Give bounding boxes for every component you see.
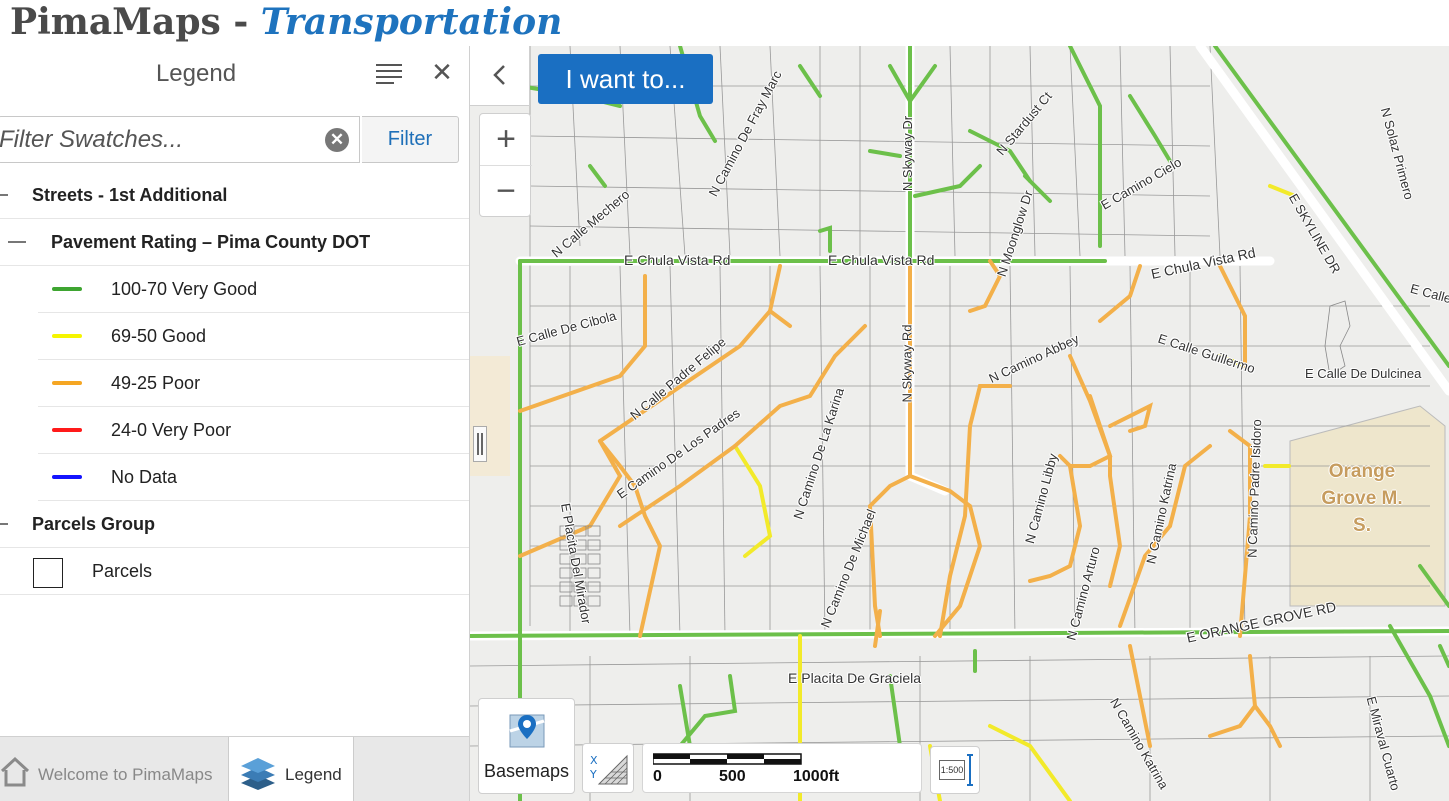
legend-group-label: Parcels Group	[32, 514, 156, 534]
legend-group-label: Streets - 1st Additional	[32, 185, 228, 205]
tab-legend[interactable]: Legend	[228, 737, 354, 801]
scale-label: 1000ft	[793, 768, 840, 785]
school-label: Orange Grove M. S.	[1321, 461, 1403, 536]
legend-item-label: 100-70 Very Good	[111, 279, 258, 299]
swatch-very-good	[52, 287, 82, 291]
street-label: E Calle De Dulcinea	[1305, 366, 1422, 381]
scale-bar-graphic	[653, 753, 802, 765]
scale-bar: 0 500 1000ft	[642, 743, 922, 793]
scale-label: 0	[653, 768, 662, 785]
street-label: N Skyway Dr	[900, 115, 916, 192]
collapse-panel-button[interactable]	[470, 46, 530, 106]
panel-close-icon[interactable]: ✕	[428, 58, 456, 86]
swatch-poor	[52, 381, 82, 385]
legend-item-label: 24-0 Very Poor	[111, 420, 232, 440]
filter-field: ✕	[0, 116, 360, 163]
legend-item: 100-70 Very Good	[38, 266, 469, 313]
legend-item: 49-25 Poor	[38, 360, 469, 407]
street-label: E Placita De Graciela	[788, 670, 922, 686]
legend-item: 69-50 Good	[38, 313, 469, 360]
scale-input-button[interactable]: 1:500	[930, 746, 980, 794]
collapse-icon	[0, 194, 8, 196]
filter-swatches-input[interactable]	[0, 117, 319, 162]
collapse-icon	[8, 241, 26, 243]
zoom-in-button[interactable]: +	[480, 114, 532, 166]
app-title-main: PimaMaps	[10, 1, 221, 43]
home-icon	[0, 756, 30, 787]
legend-layer-label: Parcels	[92, 561, 153, 581]
legend-list: Streets - 1st Additional Pavement Rating…	[0, 172, 469, 595]
layers-icon	[241, 758, 275, 790]
legend-group-streets[interactable]: Streets - 1st Additional	[0, 172, 469, 219]
street-label: E Chula Vista Rd	[624, 252, 731, 268]
legend-layer-parcels: Parcels	[0, 548, 469, 595]
svg-text:X: X	[590, 754, 598, 767]
basemap-icon	[509, 714, 545, 748]
street-label: N Skyway Rd	[899, 324, 915, 403]
coordinates-button[interactable]: X Y	[582, 743, 634, 793]
svg-text:Y: Y	[589, 768, 597, 781]
panel-title: Legend	[155, 60, 237, 87]
zoom-control: + −	[479, 113, 532, 218]
scale-badge: 1:500	[939, 760, 965, 780]
map-view[interactable]: E Chula Vista Rd E Chula Vista Rd E Chul…	[470, 46, 1449, 801]
scale-label: 500	[719, 768, 746, 785]
app-title-subtitle: Transportation	[260, 1, 563, 43]
basemaps-button[interactable]: Basemaps	[478, 698, 575, 794]
xy-grid-icon: X Y	[589, 754, 628, 785]
app-title: PimaMaps - Transportation	[10, 0, 562, 44]
tab-label: Welcome to PimaMaps	[38, 765, 213, 784]
legend-item: No Data	[38, 454, 469, 501]
tab-label: Legend	[285, 765, 342, 784]
street-label: E Chula Vista Rd	[828, 252, 935, 268]
parcels-checkbox[interactable]	[33, 558, 63, 588]
ruler-icon	[967, 754, 973, 786]
legend-group-parcels[interactable]: Parcels Group	[0, 501, 469, 548]
collapse-icon	[0, 523, 8, 525]
panel-tabs: Welcome to PimaMaps Legend	[0, 736, 469, 801]
i-want-to-button[interactable]: I want to...	[538, 54, 713, 104]
tab-welcome[interactable]: Welcome to PimaMaps	[0, 737, 228, 801]
legend-item-label: 49-25 Poor	[111, 373, 201, 393]
chevron-left-icon	[493, 65, 505, 85]
legend-item-label: No Data	[111, 467, 178, 487]
legend-layer-pavement[interactable]: Pavement Rating – Pima County DOT	[0, 219, 469, 266]
panel-header: Legend ✕	[0, 46, 469, 104]
legend-panel: Legend ✕ ✕ Filter Streets - 1st Addition…	[0, 46, 470, 801]
zoom-out-button[interactable]: −	[480, 166, 532, 218]
legend-item-label: 69-50 Good	[111, 326, 207, 346]
app-header: PimaMaps - Transportation	[0, 0, 1449, 46]
legend-item: 24-0 Very Poor	[38, 407, 469, 454]
swatch-good	[52, 334, 82, 338]
swatch-very-poor	[52, 428, 82, 432]
panel-resize-handle[interactable]	[473, 426, 487, 462]
filter-button[interactable]: Filter	[362, 116, 459, 163]
basemaps-label: Basemaps	[483, 761, 570, 781]
panel-menu-icon[interactable]	[374, 62, 402, 86]
legend-layer-label: Pavement Rating – Pima County DOT	[51, 232, 371, 252]
swatch-no-data	[52, 475, 82, 479]
clear-filter-icon[interactable]: ✕	[325, 128, 349, 152]
app-title-separator: -	[220, 1, 261, 43]
map-canvas[interactable]	[470, 46, 1449, 801]
